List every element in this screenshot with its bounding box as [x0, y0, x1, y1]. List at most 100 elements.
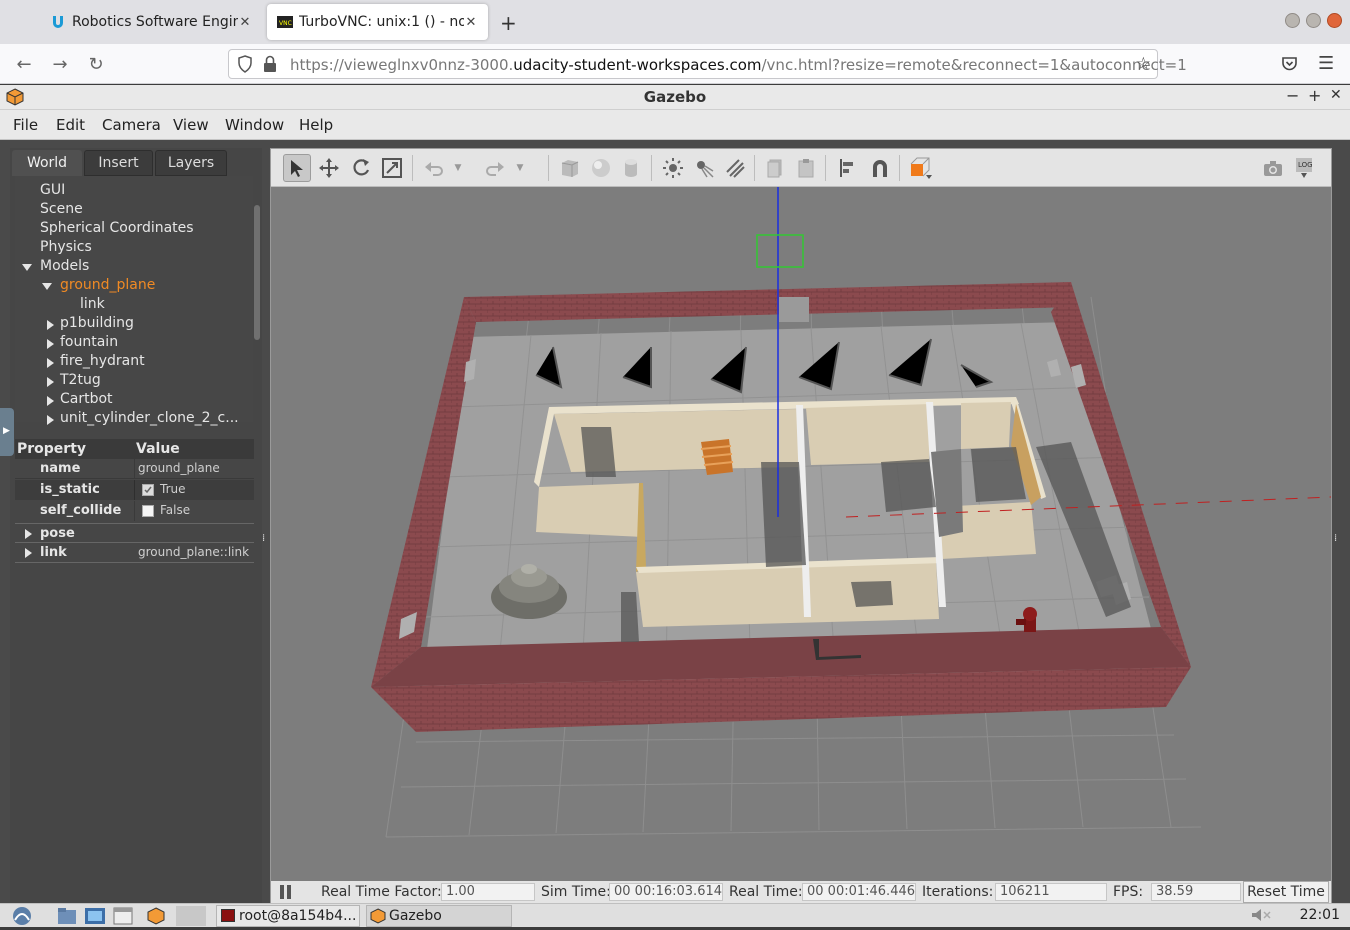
taskbar-terminal[interactable]: root@8a154b4... — [216, 905, 360, 927]
window-icon[interactable] — [112, 906, 134, 926]
collapse-arrow-icon[interactable] — [47, 358, 54, 368]
3d-scene[interactable] — [271, 187, 1332, 879]
gazebo-window: Gazebo − + ✕ File Edit Camera View Windo… — [0, 85, 1350, 903]
collapse-arrow-icon[interactable] — [47, 415, 54, 425]
expand-arrow-icon[interactable] — [22, 264, 32, 271]
tab-world[interactable]: World — [12, 150, 82, 176]
redo-dropdown-icon[interactable]: ▼ — [514, 154, 526, 182]
close-tab-icon[interactable]: ✕ — [464, 15, 478, 30]
menu-file[interactable]: File — [13, 116, 38, 134]
scale-mode-icon[interactable] — [378, 154, 406, 182]
url-bar[interactable]: https://vieweglnxv0nnz-3000.udacity-stud… — [228, 49, 1187, 79]
close-window-icon[interactable] — [1327, 13, 1342, 28]
collapse-arrow-icon[interactable] — [47, 339, 54, 349]
menu-edit[interactable]: Edit — [56, 116, 85, 134]
tree-item-fountain[interactable]: fountain — [60, 334, 118, 350]
property-value[interactable]: ground_plane — [138, 461, 220, 475]
collapse-arrow-icon[interactable] — [25, 548, 32, 558]
hamburger-menu-icon[interactable]: ☰ — [1318, 53, 1334, 74]
view-angle-icon[interactable] — [907, 154, 935, 182]
spot-light-icon[interactable] — [690, 154, 718, 182]
tree-item-models[interactable]: Models — [40, 258, 89, 274]
tab-title: TurboVNC: unix:1 () - noV — [299, 14, 464, 30]
reload-icon[interactable]: ↻ — [84, 52, 108, 76]
network-icon[interactable] — [84, 906, 106, 926]
tree-item-ground-plane[interactable]: ground_plane — [60, 277, 155, 293]
property-row-pose[interactable]: pose — [15, 523, 254, 543]
menu-help[interactable]: Help — [299, 116, 333, 134]
render-viewport[interactable]: ▼ ▼ LOG Real Time Factor: 1.00 Sim Time:… — [270, 148, 1332, 903]
back-arrow-icon[interactable]: ← — [12, 52, 36, 76]
minimize-window-icon[interactable] — [1285, 13, 1300, 28]
desktop-button[interactable] — [176, 906, 206, 926]
start-menu-icon[interactable] — [10, 906, 32, 926]
point-light-icon[interactable] — [659, 154, 687, 182]
redo-icon[interactable] — [481, 154, 509, 182]
tree-item-scene[interactable]: Scene — [40, 201, 83, 217]
sphere-shape-icon[interactable] — [587, 154, 615, 182]
tree-item-p1building[interactable]: p1building — [60, 315, 134, 331]
forward-arrow-icon[interactable]: → — [48, 52, 72, 76]
property-row-link[interactable]: link ground_plane::link — [15, 543, 254, 563]
splitter-handle-icon[interactable]: ⁞ — [262, 533, 265, 544]
collapse-arrow-icon[interactable] — [47, 396, 54, 406]
bookmark-star-icon[interactable]: ☆ — [1136, 54, 1151, 74]
pocket-icon[interactable] — [1281, 55, 1298, 76]
tree-item-fire-hydrant[interactable]: fire_hydrant — [60, 353, 145, 369]
tree-item-physics[interactable]: Physics — [40, 239, 92, 255]
tree-item-spherical-coordinates[interactable]: Spherical Coordinates — [40, 220, 194, 236]
undo-dropdown-icon[interactable]: ▼ — [452, 154, 464, 182]
paste-icon[interactable] — [792, 154, 820, 182]
collapse-arrow-icon[interactable] — [25, 529, 32, 539]
screenshot-camera-icon[interactable] — [1259, 154, 1287, 182]
splitter-handle-icon[interactable]: ⁞ — [1334, 533, 1337, 544]
maximize-window-icon[interactable] — [1306, 13, 1321, 28]
menu-camera[interactable]: Camera — [102, 116, 161, 134]
minimize-icon[interactable]: − — [1286, 86, 1299, 105]
tab-layers[interactable]: Layers — [155, 150, 227, 176]
iterations-label: Iterations: — [922, 884, 994, 900]
log-record-icon[interactable]: LOG — [1290, 154, 1318, 182]
world-tree: GUI Scene Spherical Coordinates Physics … — [15, 176, 253, 426]
box-shape-icon[interactable] — [556, 154, 584, 182]
pause-icon[interactable] — [279, 884, 293, 900]
translate-mode-icon[interactable] — [315, 154, 343, 182]
rotate-mode-icon[interactable] — [347, 154, 375, 182]
tab-insert[interactable]: Insert — [84, 150, 153, 176]
menu-view[interactable]: View — [173, 116, 209, 134]
expand-arrow-icon[interactable] — [42, 283, 52, 290]
directional-light-icon[interactable] — [721, 154, 749, 182]
maximize-icon[interactable]: + — [1308, 86, 1321, 105]
gazebo-launcher-icon[interactable] — [146, 906, 168, 926]
terminal-icon — [221, 909, 235, 922]
reset-time-button[interactable]: Reset Time — [1243, 881, 1329, 903]
collapse-arrow-icon[interactable] — [47, 377, 54, 387]
cylinder-shape-icon[interactable] — [617, 154, 645, 182]
volume-muted-icon[interactable] — [1250, 907, 1272, 927]
tree-item-link[interactable]: link — [80, 296, 105, 312]
close-icon[interactable]: ✕ — [1330, 87, 1342, 103]
menu-window[interactable]: Window — [225, 116, 284, 134]
new-tab-button[interactable]: + — [500, 11, 517, 35]
undo-icon[interactable] — [420, 154, 448, 182]
self-collide-checkbox[interactable]: False — [142, 503, 190, 517]
copy-icon[interactable] — [761, 154, 789, 182]
taskbar-gazebo[interactable]: Gazebo — [366, 905, 512, 927]
align-icon[interactable] — [834, 154, 862, 182]
collapse-arrow-icon[interactable] — [47, 320, 54, 330]
tree-scrollbar[interactable] — [254, 205, 260, 340]
snap-magnet-icon[interactable] — [866, 154, 894, 182]
tree-item-t2tug[interactable]: T2tug — [60, 372, 101, 388]
tab-robotics[interactable]: Robotics Software Engine ✕ — [40, 4, 262, 40]
tab-turbovnc[interactable]: VNC TurboVNC: unix:1 () - noV ✕ — [267, 4, 488, 40]
novnc-sidebar-handle[interactable]: ▶ — [0, 408, 14, 456]
url-suffix: /vnc.html?resize=remote&reconnect=1&auto… — [761, 56, 1187, 74]
file-manager-icon[interactable] — [56, 906, 78, 926]
select-mode-icon[interactable] — [283, 154, 311, 182]
tree-item-unit-cylinder[interactable]: unit_cylinder_clone_2_c... — [60, 410, 239, 426]
tree-item-cartbot[interactable]: Cartbot — [60, 391, 113, 407]
is-static-checkbox[interactable]: True — [142, 482, 186, 496]
close-tab-icon[interactable]: ✕ — [238, 15, 252, 30]
checkbox-label: True — [160, 482, 186, 496]
tree-item-gui[interactable]: GUI — [40, 182, 65, 198]
